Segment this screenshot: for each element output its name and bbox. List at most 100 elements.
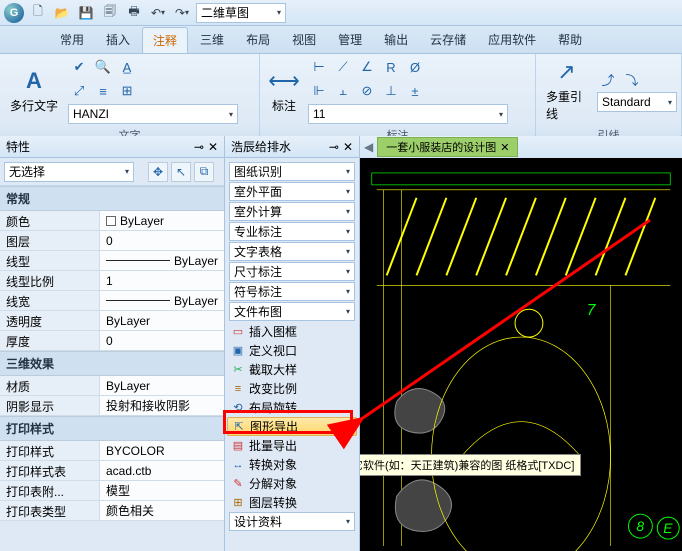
property-value[interactable]: ByLayer bbox=[100, 251, 224, 270]
new-icon[interactable]: 🗋 bbox=[28, 3, 48, 23]
property-value[interactable]: ByLayer bbox=[100, 211, 224, 230]
dim-linear-icon[interactable]: ⊢ bbox=[308, 56, 330, 78]
tab-nav-left[interactable]: ◀ bbox=[364, 140, 373, 154]
dim-angular-icon[interactable]: ∠ bbox=[356, 56, 378, 78]
property-row[interactable]: 线宽 ByLayer bbox=[0, 291, 224, 311]
mleader-button[interactable]: ↗ 多重引线 bbox=[540, 56, 593, 124]
panel-item-批量导出[interactable]: ▤批量导出 bbox=[227, 436, 357, 455]
property-value[interactable]: BYCOLOR bbox=[100, 441, 224, 460]
tab-布局[interactable]: 布局 bbox=[236, 27, 280, 52]
category-header[interactable]: 打印样式 bbox=[0, 416, 224, 441]
leader-remove-icon[interactable]: ⤵ bbox=[621, 68, 643, 90]
tab-管理[interactable]: 管理 bbox=[328, 27, 372, 52]
panel-dropdown[interactable]: 尺寸标注▾ bbox=[229, 262, 355, 281]
panel-item-布局旋转[interactable]: ⟲布局旋转 bbox=[227, 398, 357, 417]
selection-combo[interactable]: 无选择▾ bbox=[4, 162, 134, 182]
dim-diameter-icon[interactable]: Ø bbox=[404, 56, 426, 78]
property-row[interactable]: 打印表类型颜色相关 bbox=[0, 501, 224, 521]
check-spell-icon[interactable]: ✔ bbox=[68, 56, 90, 78]
dim-baseline-icon[interactable]: ⫠ bbox=[332, 80, 354, 102]
panel-item-转换对象[interactable]: ↔转换对象 bbox=[227, 455, 357, 474]
dim-aligned-icon[interactable]: ⟋ bbox=[332, 56, 354, 78]
tab-云存储[interactable]: 云存储 bbox=[420, 27, 476, 52]
property-row[interactable]: 颜色ByLayer bbox=[0, 211, 224, 231]
panel-item-图层转换[interactable]: ⊞图层转换 bbox=[227, 493, 357, 512]
mtext-button[interactable]: A 多行文字 bbox=[4, 65, 64, 116]
property-row[interactable]: 透明度ByLayer bbox=[0, 311, 224, 331]
property-row[interactable]: 阴影显示投射和接收阴影 bbox=[0, 396, 224, 416]
leader-add-icon[interactable]: ⤴ bbox=[597, 68, 619, 90]
property-value[interactable]: acad.ctb bbox=[100, 461, 224, 480]
property-value[interactable]: 0 bbox=[100, 231, 224, 250]
property-row[interactable]: 厚度0 bbox=[0, 331, 224, 351]
saveall-icon[interactable]: 🗐 bbox=[100, 3, 120, 23]
redo-icon[interactable]: ↷▾ bbox=[172, 3, 192, 23]
panel-dropdown[interactable]: 文件布图▾ bbox=[229, 302, 355, 321]
justify-icon[interactable]: ≡ bbox=[92, 80, 114, 102]
property-row[interactable]: 图层0 bbox=[0, 231, 224, 251]
panel-dropdown[interactable]: 专业标注▾ bbox=[229, 222, 355, 241]
panel-dropdown[interactable]: 符号标注▾ bbox=[229, 282, 355, 301]
tab-常用[interactable]: 常用 bbox=[50, 27, 94, 52]
property-value[interactable]: 颜色相关 bbox=[100, 501, 224, 520]
property-value[interactable]: 0 bbox=[100, 331, 224, 350]
property-row[interactable]: 线型比例1 bbox=[0, 271, 224, 291]
tab-插入[interactable]: 插入 bbox=[96, 27, 140, 52]
tab-注释[interactable]: 注释 bbox=[142, 27, 188, 53]
font-combo[interactable]: HANZI▾ bbox=[68, 104, 238, 124]
property-row[interactable]: 材质ByLayer bbox=[0, 376, 224, 396]
category-header[interactable]: 常规 bbox=[0, 186, 224, 211]
panel-dropdown[interactable]: 室外平面▾ bbox=[229, 182, 355, 201]
text-style-icon[interactable]: A̲ bbox=[116, 56, 138, 78]
dim-break-icon[interactable]: ⊘ bbox=[356, 80, 378, 102]
dim-size-combo[interactable]: 11▾ bbox=[308, 104, 508, 124]
tab-视图[interactable]: 视图 bbox=[282, 27, 326, 52]
pin-icon[interactable]: ⊸ bbox=[329, 140, 339, 154]
close-icon[interactable]: ✕ bbox=[500, 141, 509, 154]
property-value[interactable]: ByLayer bbox=[100, 376, 224, 395]
property-row[interactable]: 线型 ByLayer bbox=[0, 251, 224, 271]
tab-帮助[interactable]: 帮助 bbox=[548, 27, 592, 52]
panel-dropdown[interactable]: 图纸识别▾ bbox=[229, 162, 355, 181]
property-value[interactable]: 模型 bbox=[100, 481, 224, 500]
dim-ord-icon[interactable]: ⊥ bbox=[380, 80, 402, 102]
property-value[interactable]: 1 bbox=[100, 271, 224, 290]
panel-item-分解对象[interactable]: ✎分解对象 bbox=[227, 474, 357, 493]
tab-输出[interactable]: 输出 bbox=[374, 27, 418, 52]
document-tab[interactable]: 一套小服装店的设计图✕ bbox=[377, 137, 518, 157]
tab-应用软件[interactable]: 应用软件 bbox=[478, 27, 546, 52]
panel-item-图形导出[interactable]: ⇱图形导出 bbox=[227, 417, 357, 436]
pin-icon[interactable]: ⊸ bbox=[194, 140, 204, 154]
panel-dropdown[interactable]: 设计资料▾ bbox=[229, 512, 355, 531]
app-icon[interactable]: G bbox=[4, 3, 24, 23]
panel-item-插入图框[interactable]: ▭插入图框 bbox=[227, 322, 357, 341]
open-icon[interactable]: 📂 bbox=[52, 3, 72, 23]
leader-style-combo[interactable]: Standard▾ bbox=[597, 92, 677, 112]
field-icon[interactable]: ⊞ bbox=[116, 80, 138, 102]
select-objects-icon[interactable]: ↖ bbox=[171, 162, 191, 182]
panel-dropdown[interactable]: 文字表格▾ bbox=[229, 242, 355, 261]
property-row[interactable]: 打印表附...模型 bbox=[0, 481, 224, 501]
property-value[interactable]: 投射和接收阴影 bbox=[100, 396, 224, 415]
property-value[interactable]: ByLayer bbox=[100, 311, 224, 330]
print-icon[interactable]: 🖶 bbox=[124, 3, 144, 23]
panel-item-改变比例[interactable]: ≡改变比例 bbox=[227, 379, 357, 398]
property-row[interactable]: 打印样式BYCOLOR bbox=[0, 441, 224, 461]
drawing-canvas[interactable]: 7 8 E 当前图另存为其它软件(如：天正建筑)兼容的图 纸格式[TXDC] bbox=[360, 158, 682, 551]
property-row[interactable]: 打印样式表acad.ctb bbox=[0, 461, 224, 481]
find-icon[interactable]: 🔍 bbox=[92, 56, 114, 78]
save-icon[interactable]: 💾 bbox=[76, 3, 96, 23]
toggle-pick-icon[interactable]: ✥ bbox=[148, 162, 168, 182]
category-header[interactable]: 三维效果 bbox=[0, 351, 224, 376]
close-icon[interactable]: ✕ bbox=[343, 140, 353, 154]
dim-radius-icon[interactable]: R bbox=[380, 56, 402, 78]
panel-dropdown[interactable]: 室外计算▾ bbox=[229, 202, 355, 221]
quick-select-icon[interactable]: ⧉ bbox=[194, 162, 214, 182]
dim-continue-icon[interactable]: ⊩ bbox=[308, 80, 330, 102]
tab-三维[interactable]: 三维 bbox=[190, 27, 234, 52]
dim-tol-icon[interactable]: ± bbox=[404, 80, 426, 102]
dim-button[interactable]: ⟷ 标注 bbox=[264, 65, 304, 116]
close-icon[interactable]: ✕ bbox=[208, 140, 218, 154]
scale-text-icon[interactable]: ⤢ bbox=[68, 80, 90, 102]
workspace-combo[interactable]: 二维草图▾ bbox=[196, 3, 286, 23]
